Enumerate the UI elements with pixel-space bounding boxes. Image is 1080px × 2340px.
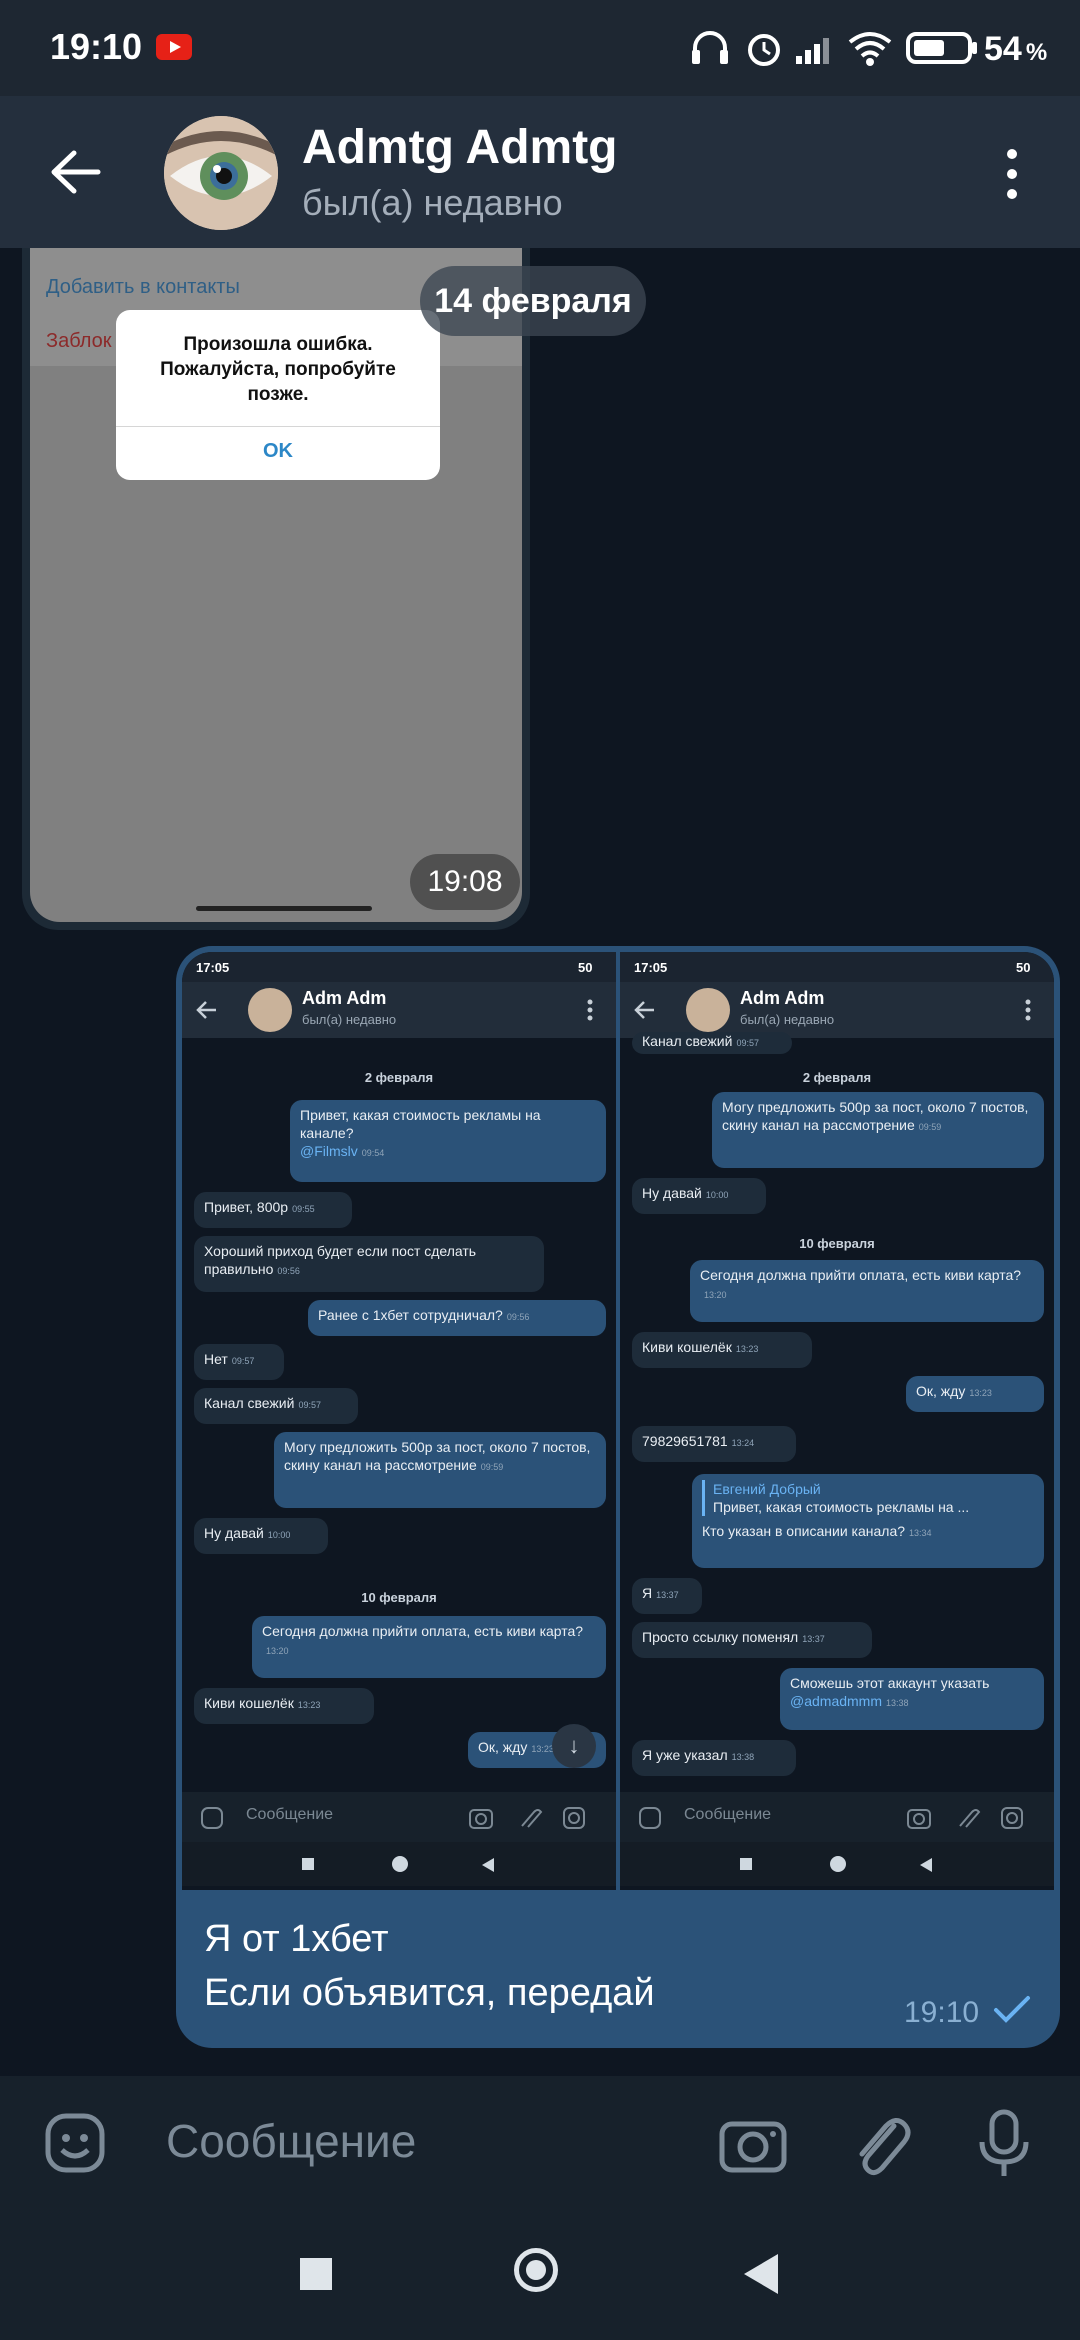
- mini-msg: Привет, какая стоимость рекламы на канал…: [290, 1100, 606, 1182]
- mini-battery: 50: [1016, 960, 1031, 975]
- youtube-icon: [156, 34, 192, 60]
- status-time: 19:10: [50, 26, 143, 67]
- dialog-ok-button: OK: [263, 440, 293, 462]
- mini-date: 2 февраля: [802, 1070, 872, 1085]
- battery-percent: 54%: [984, 30, 1048, 68]
- date-separator: 14 февраля: [420, 266, 646, 336]
- mini-input-icons: [469, 1807, 585, 1829]
- menu-add-contact: Добавить в контакты: [46, 276, 240, 298]
- chat-title: Admtg Admtg: [302, 121, 618, 174]
- attach-icon[interactable]: [848, 2108, 912, 2180]
- mini-time: 17:05: [196, 960, 230, 975]
- message-time: 19:10: [904, 1996, 980, 2029]
- mini-msg: Ну давай 10:00: [194, 1518, 328, 1554]
- chat-header: Admtg Admtg был(а) недавно: [0, 96, 1080, 248]
- wifi-icon: [848, 32, 892, 66]
- mini-msg: Нет 09:57: [194, 1344, 284, 1380]
- mini-msg: Сможешь этот аккаунт указать @admadmmm 13:…: [780, 1668, 1044, 1730]
- system-nav-bar: [0, 2210, 1080, 2340]
- emoji-icon[interactable]: [44, 2112, 108, 2176]
- mini-msg: Канал свежий 09:57: [194, 1388, 358, 1424]
- mini-back-arrow-icon: [196, 1001, 216, 1019]
- mini-msg: 79829651781 13:24: [632, 1426, 796, 1462]
- mini-msg: Привет, 800р 09:55: [194, 1192, 352, 1228]
- mini-nav-bar: [182, 1842, 616, 1886]
- mini-input-bar: Сообщение: [620, 1792, 1054, 1842]
- mini-avatar: [248, 988, 292, 1032]
- avatar[interactable]: [164, 116, 278, 230]
- chat-subtitle: был(а) недавно: [302, 182, 563, 223]
- battery-icon: [906, 32, 977, 64]
- mini-chat-subtitle: был(а) недавно: [740, 1012, 835, 1027]
- alarm-icon: [748, 34, 780, 66]
- message-image-incoming[interactable]: Добавить в контакты Заблок Произошла оши…: [22, 248, 530, 930]
- mini-msg: Сегодня должна прийти оплата, есть киви …: [252, 1616, 606, 1678]
- dialog-text: Произошла ошибка. Пожалуйста, попробуйте…: [160, 334, 396, 405]
- mini-back-arrow-icon: [634, 1001, 654, 1019]
- more-vert-icon[interactable]: [1000, 146, 1024, 202]
- album-screenshot-right[interactable]: 17:05 50 Adm Adm был(а) недавно Канал св…: [620, 952, 1054, 1890]
- message-input-bar: Сообщение: [0, 2076, 1080, 2210]
- back-arrow-icon[interactable]: [48, 148, 104, 196]
- mini-status-bar: 17:05 50: [182, 952, 616, 982]
- mini-msg: Ок, жду 13:23: [906, 1376, 1044, 1412]
- mini-header: Adm Adm был(а) недавно: [182, 982, 616, 1038]
- mini-msg: Сегодня должна прийти оплата, есть киви …: [690, 1260, 1044, 1322]
- mini-input-bar: Сообщение: [182, 1792, 616, 1842]
- mini-date: 10 февраля: [799, 1236, 875, 1251]
- mini-date: 10 февраля: [361, 1590, 437, 1605]
- mini-input-placeholder: Сообщение: [684, 1806, 772, 1823]
- home-indicator: [196, 906, 372, 911]
- mini-input-placeholder: Сообщение: [246, 1806, 334, 1823]
- headphones-icon: [692, 31, 728, 64]
- mini-msg: Киви кошелёк 13:23: [194, 1688, 374, 1724]
- mini-msg: Могу предложить 500р за пост, около 7 по…: [274, 1432, 606, 1508]
- mini-msg: Просто ссылку поменял 13:37: [632, 1622, 872, 1658]
- mini-msg: Могу предложить 500р за пост, около 7 по…: [712, 1092, 1044, 1168]
- mini-emoji-icon: [201, 1807, 223, 1829]
- mini-nav-bar: [620, 1842, 1054, 1886]
- mini-chat-title: Adm Adm: [740, 988, 825, 1008]
- mini-msg: Я 13:37: [632, 1578, 702, 1614]
- signal-icon: [796, 38, 829, 64]
- error-dialog: Произошла ошибка. Пожалуйста, попробуйте…: [116, 310, 440, 480]
- mini-battery: 50: [578, 960, 593, 975]
- mic-icon[interactable]: [976, 2108, 1032, 2180]
- mini-more-icon: [587, 999, 593, 1021]
- message-caption-line2: Если объявится, передай: [204, 1972, 655, 2014]
- mini-msg: Киви кошелёк 13:23: [632, 1332, 812, 1368]
- mini-more-icon: [1025, 999, 1031, 1021]
- mini-msg: Ранее с 1хбет сотрудничал? 09:56: [308, 1300, 606, 1336]
- message-album-outgoing[interactable]: 17:05 50 Adm Adm был(а) недавно 2 феврал…: [176, 946, 1060, 2048]
- nav-home-icon[interactable]: [514, 2248, 558, 2292]
- mini-msg: Я уже указал 13:38: [632, 1740, 796, 1776]
- album-screenshot-left[interactable]: 17:05 50 Adm Adm был(а) недавно 2 феврал…: [182, 952, 616, 1890]
- mini-chat-subtitle: был(а) недавно: [302, 1012, 397, 1027]
- nav-square-icon[interactable]: [300, 2258, 332, 2290]
- read-check-icon: [994, 1996, 1030, 2023]
- mini-time: 17:05: [634, 960, 668, 975]
- mini-avatar: [686, 988, 730, 1032]
- mini-header: Adm Adm был(а) недавно: [620, 982, 1054, 1038]
- mini-scroll-down-button: ↓: [552, 1724, 596, 1768]
- mini-emoji-icon: [639, 1807, 661, 1829]
- mini-date: 2 февраля: [364, 1070, 434, 1085]
- mini-input-icons: [907, 1807, 1023, 1829]
- camera-icon[interactable]: [718, 2114, 788, 2174]
- mini-msg: Хороший приход будет если пост сделать п…: [194, 1236, 544, 1292]
- menu-block: Заблок: [46, 330, 112, 352]
- message-caption-line1: Я от 1хбет: [204, 1918, 389, 1960]
- message-input[interactable]: Сообщение: [166, 2114, 416, 2168]
- status-bar: 19:10 54%: [0, 0, 1080, 96]
- nav-back-icon[interactable]: [744, 2254, 778, 2294]
- mini-status-bar: 17:05 50: [620, 952, 1054, 982]
- mini-msg: Канал свежий 09:57: [632, 1032, 792, 1054]
- eye-icon: [164, 116, 278, 230]
- mini-chat-title: Adm Adm: [302, 988, 387, 1008]
- screenshot-error-dialog: Добавить в контакты Заблок Произошла оши…: [30, 248, 522, 922]
- mini-msg: Ну давай 10:00: [632, 1178, 766, 1214]
- message-time: 19:08: [410, 854, 520, 910]
- mini-msg-reply: Евгений Добрый Привет, какая стоимость р…: [692, 1474, 1044, 1568]
